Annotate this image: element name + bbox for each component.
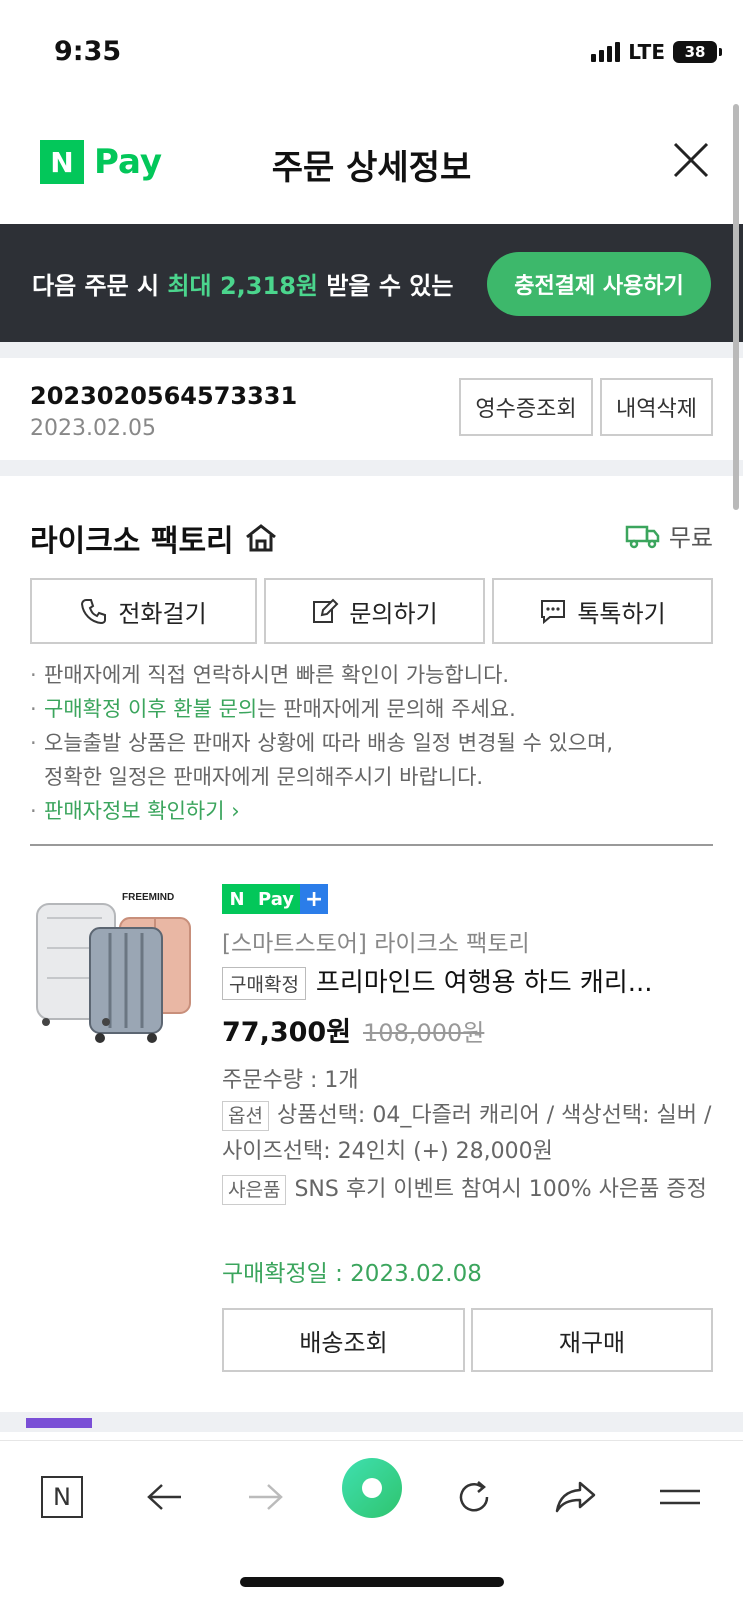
note-refund: 구매확정 이후 환불 문의는 판매자에게 문의해 주세요. <box>30 692 720 726</box>
truck-icon <box>625 525 660 548</box>
arrow-left-icon <box>147 1484 181 1510</box>
page-header: N Pay 주문 상세정보 <box>0 100 743 224</box>
signal-icon <box>591 42 621 62</box>
green-dot-button[interactable] <box>341 1457 403 1519</box>
forward-button[interactable] <box>236 1467 296 1527</box>
section-gap <box>0 1412 743 1432</box>
note-shipping-line1: 오늘출발 상품은 판매자 상황에 따라 배송 일정 변경될 수 있으며, <box>44 731 614 755</box>
seller-notes: 판매자에게 직접 연락하시면 빠른 확인이 가능합니다. 구매확정 이후 환불 … <box>30 658 720 828</box>
promo-banner: 다음 주문 시 최대 2,318원 받을 수 있는 충전결제 사용하기 <box>0 224 743 342</box>
phone-icon <box>81 599 107 625</box>
talktalk-label: 톡톡하기 <box>577 599 666 628</box>
store-name: [스마트스토어] 라이크소 팩토리 <box>222 931 530 957</box>
status-indicators: LTE 38 <box>591 40 722 64</box>
section-gap <box>0 460 743 476</box>
option-tag: 옵션 <box>222 1101 269 1131</box>
menu-icon <box>660 1489 700 1505</box>
track-delivery-button[interactable]: 배송조회 <box>222 1308 465 1372</box>
green-dot-icon <box>342 1458 402 1518</box>
order-number: 2023020564573331 <box>30 382 298 410</box>
inquiry-button[interactable]: 문의하기 <box>264 578 485 644</box>
badge-pay: Pay <box>252 884 301 914</box>
menu-button[interactable] <box>650 1467 710 1527</box>
npay-plus-badge: N Pay + <box>222 884 329 914</box>
promo-suffix: 받을 수 있는 <box>317 272 454 300</box>
shipping-fee: 무료 <box>625 518 713 553</box>
divider <box>30 844 713 846</box>
home-indicator[interactable] <box>240 1577 504 1587</box>
gift-tag: 사은품 <box>222 1175 287 1205</box>
call-label: 전화걸기 <box>118 599 207 628</box>
charge-pay-button[interactable]: 충전결제 사용하기 <box>487 252 711 316</box>
edit-icon <box>313 598 339 623</box>
scrollbar[interactable] <box>733 104 739 510</box>
next-item-peek <box>26 1418 92 1428</box>
talktalk-button[interactable]: 톡톡하기 <box>492 578 713 644</box>
chat-icon <box>541 600 566 625</box>
seller-info-link[interactable]: 판매자정보 확인하기 › <box>30 794 720 828</box>
brand-mark: FREEMIND <box>122 892 174 903</box>
seller-info-label: 판매자정보 확인하기 <box>44 799 225 823</box>
naver-home-button[interactable]: N <box>32 1467 92 1527</box>
product-title-text: 프리마인드 여행용 하드 캐리... <box>315 968 653 998</box>
original-price: 108,000원 <box>363 1019 485 1047</box>
section-gap <box>0 342 743 358</box>
close-button[interactable] <box>669 138 713 182</box>
chevron-right-icon: › <box>224 799 240 823</box>
promo-prefix: 다음 주문 시 <box>32 272 168 300</box>
product-title[interactable]: 구매확정 프리마인드 여행용 하드 캐리... <box>222 962 712 1000</box>
browser-toolbar: N <box>0 1440 743 1609</box>
shipping-label: 무료 <box>668 524 713 552</box>
rebuy-button[interactable]: 재구매 <box>471 1308 713 1372</box>
note-refund-highlight: 구매확정 이후 환불 문의 <box>44 697 258 721</box>
arrow-right-icon <box>249 1484 283 1510</box>
network-label: LTE <box>628 40 665 64</box>
status-time: 9:35 <box>54 36 122 67</box>
receipt-button[interactable]: 영수증조회 <box>459 378 593 436</box>
page-title: 주문 상세정보 <box>271 148 472 188</box>
refresh-button[interactable] <box>444 1467 504 1527</box>
naver-n-icon: N <box>41 1476 83 1518</box>
gift-text: SNS 후기 이벤트 참여시 100% 사은품 증정 <box>294 1177 707 1202</box>
price: 77,300원 <box>222 1017 352 1048</box>
battery-icon: 38 <box>673 41 722 63</box>
close-icon <box>673 142 709 178</box>
share-button[interactable] <box>546 1467 606 1527</box>
badge-n: N <box>222 884 252 914</box>
note-contact: 판매자에게 직접 연락하시면 빠른 확인이 가능합니다. <box>30 658 720 692</box>
store-home-icon <box>245 524 276 552</box>
price-line: 77,300원 108,000원 <box>222 1010 484 1049</box>
battery-level: 38 <box>684 43 706 61</box>
call-button[interactable]: 전화걸기 <box>30 578 257 644</box>
order-date: 2023.02.05 <box>30 416 156 441</box>
product-image[interactable]: FREEMIND <box>32 888 202 1048</box>
seller-name[interactable]: 라이크소 팩토리 <box>30 516 278 560</box>
gift-info: 사은품 SNS 후기 이벤트 참여시 100% 사은품 증정 <box>222 1172 712 1208</box>
seller-name-text: 라이크소 팩토리 <box>30 524 234 559</box>
option-info: 옵션 상품선택: 04_다즐러 캐리어 / 색상선택: 실버 / 사이즈선택: 2… <box>222 1098 712 1170</box>
back-button[interactable] <box>134 1467 194 1527</box>
promo-highlight: 최대 2,318원 <box>167 272 318 300</box>
share-icon <box>555 1481 596 1513</box>
promo-text: 다음 주문 시 최대 2,318원 받을 수 있는 <box>32 266 453 301</box>
note-shipping-line2: 정확한 일정은 판매자에게 문의해주시기 바랍니다. <box>44 765 484 789</box>
confirm-date: 구매확정일 : 2023.02.08 <box>222 1261 482 1287</box>
option-text: 상품선택: 04_다즐러 캐리어 / 색상선택: 실버 / 사이즈선택: 24인… <box>222 1103 712 1164</box>
naver-n-label: N <box>53 1483 71 1511</box>
inquiry-label: 문의하기 <box>349 599 438 628</box>
note-shipping: 오늘출발 상품은 판매자 상황에 따라 배송 일정 변경될 수 있으며, 정확한 … <box>30 726 720 794</box>
refresh-icon <box>459 1481 489 1512</box>
status-bar: 9:35 LTE 38 <box>0 0 743 100</box>
badge-plus: + <box>300 884 329 914</box>
purchase-status-tag: 구매확정 <box>222 967 306 1000</box>
quantity: 주문수량 : 1개 <box>222 1068 359 1093</box>
order-info: 2023020564573331 2023.02.05 영수증조회 내역삭제 <box>0 358 743 460</box>
delete-history-button[interactable]: 내역삭제 <box>600 378 713 436</box>
suitcase-image: FREEMIND <box>36 892 191 1043</box>
note-refund-rest: 는 판매자에게 문의해 주세요. <box>257 697 516 721</box>
